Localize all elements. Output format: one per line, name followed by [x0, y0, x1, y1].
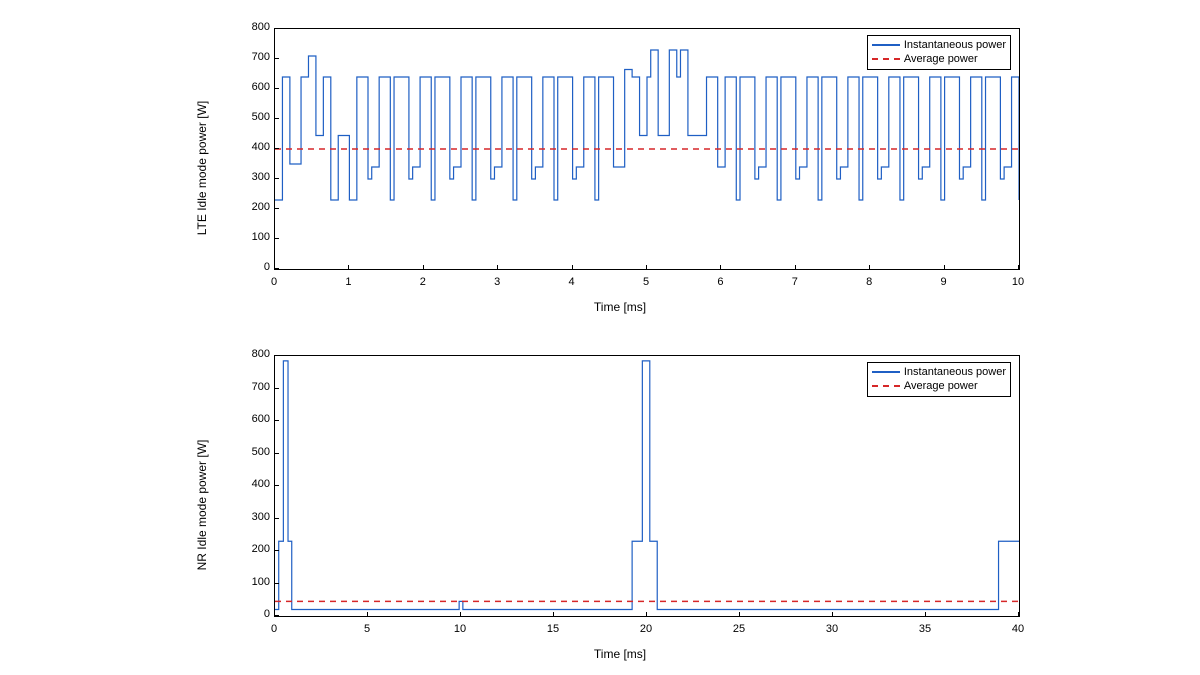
legend-entry-average: Average power	[872, 52, 1006, 66]
x-tick-mark	[925, 612, 926, 617]
y-tick-mark	[274, 420, 279, 421]
plot-area: Instantaneous power Average power	[274, 28, 1020, 270]
x-tick-mark	[739, 612, 740, 617]
x-tick-label: 9	[941, 276, 947, 288]
legend: Instantaneous power Average power	[867, 362, 1011, 397]
y-tick-label: 300	[230, 171, 270, 183]
x-tick-mark	[274, 612, 275, 617]
y-tick-mark	[274, 388, 279, 389]
x-tick-label: 8	[866, 276, 872, 288]
x-tick-label: 20	[640, 623, 652, 635]
y-tick-mark	[274, 238, 279, 239]
y-tick-label: 100	[230, 576, 270, 588]
y-tick-label: 200	[230, 201, 270, 213]
y-axis-label: LTE Idle mode power [W]	[195, 101, 209, 236]
y-tick-label: 400	[230, 141, 270, 153]
plot-area: Instantaneous power Average power	[274, 355, 1020, 617]
legend-entry-instantaneous: Instantaneous power	[872, 38, 1006, 52]
y-tick-mark	[274, 58, 279, 59]
x-tick-mark	[1018, 265, 1019, 270]
y-tick-mark	[274, 583, 279, 584]
x-tick-mark	[795, 265, 796, 270]
legend-label: Instantaneous power	[904, 39, 1006, 51]
series-instantaneous-power	[275, 50, 1019, 200]
x-tick-label: 5	[643, 276, 649, 288]
chart-panel-nr: NR Idle mode power [W] Time [ms] Instant…	[210, 345, 1030, 665]
x-tick-label: 4	[569, 276, 575, 288]
x-tick-mark	[646, 265, 647, 270]
y-tick-mark	[274, 485, 279, 486]
y-tick-label: 0	[230, 261, 270, 273]
chart-panel-lte: LTE Idle mode power [W] Time [ms] Instan…	[210, 18, 1030, 318]
x-tick-label: 6	[717, 276, 723, 288]
legend-swatch-line-icon	[872, 44, 900, 46]
legend: Instantaneous power Average power	[867, 35, 1011, 70]
y-tick-label: 600	[230, 413, 270, 425]
y-tick-mark	[274, 118, 279, 119]
x-tick-mark	[869, 265, 870, 270]
y-tick-label: 800	[230, 21, 270, 33]
y-tick-mark	[274, 453, 279, 454]
x-tick-mark	[832, 612, 833, 617]
y-tick-label: 500	[230, 111, 270, 123]
y-tick-label: 800	[230, 348, 270, 360]
x-tick-mark	[646, 612, 647, 617]
legend-label: Average power	[904, 380, 978, 392]
x-tick-label: 1	[345, 276, 351, 288]
x-tick-mark	[423, 265, 424, 270]
x-tick-mark	[274, 265, 275, 270]
y-axis-label: NR Idle mode power [W]	[195, 440, 209, 571]
y-tick-label: 300	[230, 511, 270, 523]
y-tick-label: 0	[230, 608, 270, 620]
legend-label: Average power	[904, 53, 978, 65]
y-tick-label: 700	[230, 381, 270, 393]
x-tick-mark	[497, 265, 498, 270]
legend-swatch-dash-icon	[872, 385, 900, 387]
y-tick-mark	[274, 178, 279, 179]
y-tick-mark	[274, 550, 279, 551]
legend-entry-instantaneous: Instantaneous power	[872, 365, 1006, 379]
figure-page: LTE Idle mode power [W] Time [ms] Instan…	[0, 0, 1200, 675]
y-tick-label: 500	[230, 446, 270, 458]
x-tick-label: 5	[364, 623, 370, 635]
legend-swatch-dash-icon	[872, 58, 900, 60]
x-tick-label: 35	[919, 623, 931, 635]
x-tick-mark	[348, 265, 349, 270]
x-tick-label: 3	[494, 276, 500, 288]
x-tick-label: 40	[1012, 623, 1024, 635]
x-axis-label: Time [ms]	[594, 300, 646, 314]
y-tick-mark	[274, 355, 279, 356]
y-tick-label: 400	[230, 478, 270, 490]
y-tick-label: 200	[230, 543, 270, 555]
x-tick-label: 25	[733, 623, 745, 635]
y-tick-mark	[274, 208, 279, 209]
x-tick-label: 0	[271, 623, 277, 635]
x-tick-label: 2	[420, 276, 426, 288]
y-tick-label: 600	[230, 81, 270, 93]
legend-swatch-line-icon	[872, 371, 900, 373]
x-tick-mark	[572, 265, 573, 270]
y-tick-label: 700	[230, 51, 270, 63]
x-tick-label: 0	[271, 276, 277, 288]
y-tick-label: 100	[230, 231, 270, 243]
y-tick-mark	[274, 518, 279, 519]
x-tick-mark	[460, 612, 461, 617]
x-tick-label: 15	[547, 623, 559, 635]
x-tick-mark	[1018, 612, 1019, 617]
y-tick-mark	[274, 148, 279, 149]
x-tick-mark	[367, 612, 368, 617]
legend-entry-average: Average power	[872, 379, 1006, 393]
y-tick-mark	[274, 88, 279, 89]
x-tick-label: 10	[454, 623, 466, 635]
series-instantaneous-power	[275, 361, 1019, 610]
x-tick-mark	[944, 265, 945, 270]
y-tick-mark	[274, 28, 279, 29]
x-tick-mark	[720, 265, 721, 270]
legend-label: Instantaneous power	[904, 366, 1006, 378]
x-tick-mark	[553, 612, 554, 617]
x-tick-label: 7	[792, 276, 798, 288]
x-axis-label: Time [ms]	[594, 647, 646, 661]
x-tick-label: 10	[1012, 276, 1024, 288]
x-tick-label: 30	[826, 623, 838, 635]
